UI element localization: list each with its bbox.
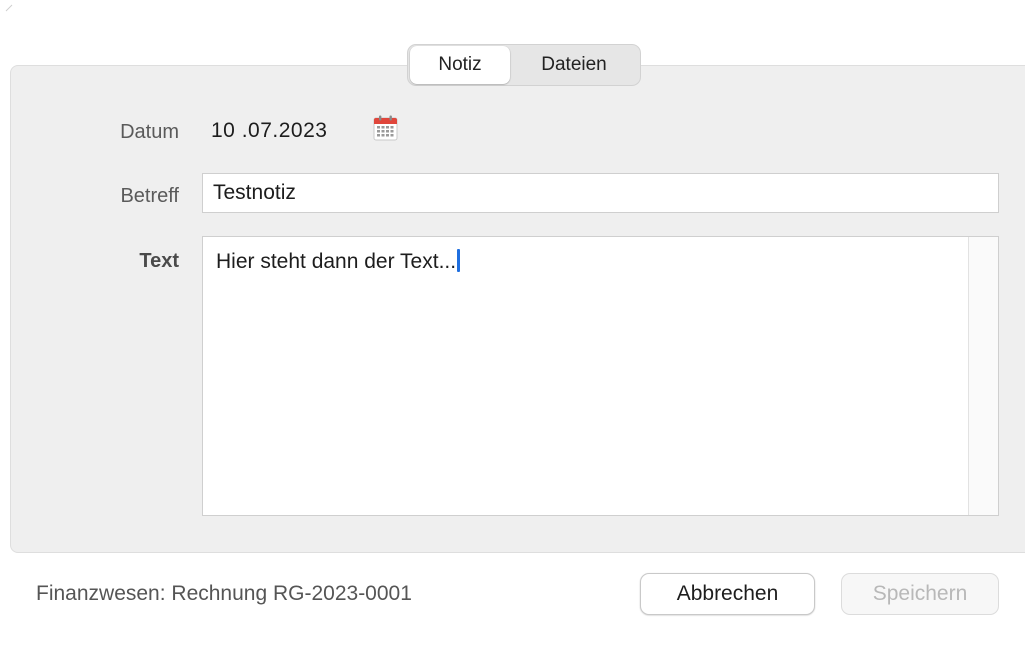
window-corner-mark <box>5 4 13 12</box>
text-cursor <box>457 249 461 272</box>
date-value[interactable]: 10 .07.2023 <box>211 119 327 143</box>
context-label: Finanzwesen: Rechnung RG-2023-0001 <box>36 582 412 605</box>
vertical-scrollbar[interactable] <box>968 237 998 515</box>
cancel-button[interactable]: Abbrechen <box>640 573 815 615</box>
text-area[interactable]: Hier steht dann der Text... <box>202 236 999 516</box>
text-label: Text <box>139 250 179 272</box>
subject-label: Betreff <box>120 185 179 207</box>
save-button[interactable]: Speichern <box>841 573 999 615</box>
text-content: Hier steht dann der Text... <box>216 249 461 274</box>
text-value: Hier steht dann der Text... <box>216 250 457 273</box>
tab-switcher: Notiz Dateien <box>407 44 641 86</box>
tab-notiz[interactable]: Notiz <box>410 46 510 84</box>
calendar-icon[interactable] <box>373 115 398 141</box>
subject-input[interactable] <box>202 173 999 213</box>
tab-dateien[interactable]: Dateien <box>510 46 638 84</box>
date-label: Datum <box>120 121 179 143</box>
